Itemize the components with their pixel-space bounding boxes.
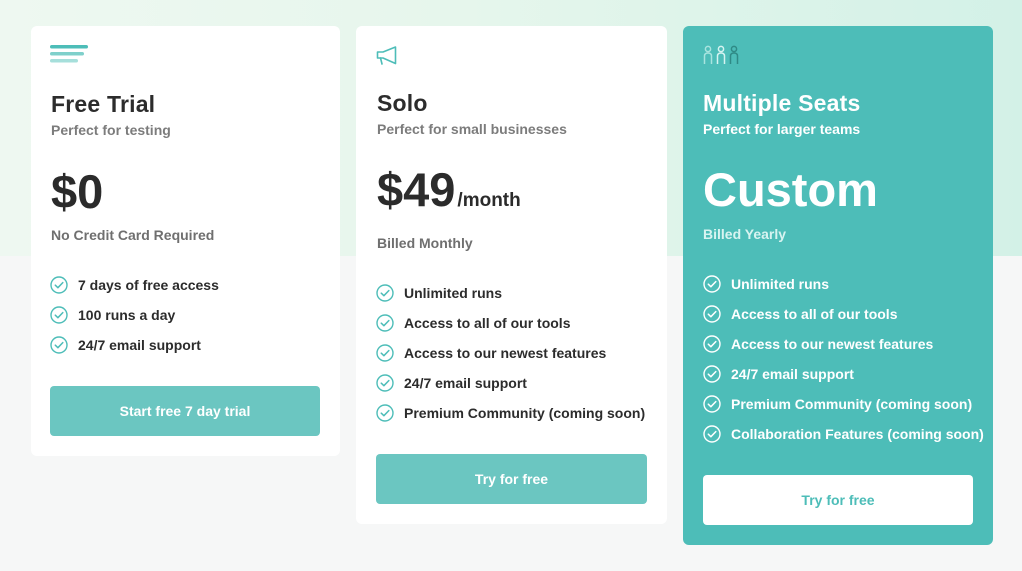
feature-label: Unlimited runs — [404, 285, 503, 301]
check-circle-icon — [703, 425, 721, 443]
feature-label: Access to our newest features — [731, 336, 934, 352]
feature-item: Premium Community (coming soon) — [376, 398, 645, 428]
feature-label: Access to all of our tools — [404, 315, 571, 331]
feature-label: Premium Community (coming soon) — [731, 396, 973, 412]
check-circle-icon — [376, 284, 394, 302]
feature-item: Access to all of our tools — [376, 308, 645, 338]
plan-subtitle: Perfect for testing — [51, 122, 171, 138]
plan-title: Solo — [377, 90, 428, 116]
price-period: /month — [457, 190, 521, 211]
check-circle-icon — [703, 395, 721, 413]
feature-item: Unlimited runs — [376, 278, 645, 308]
feature-item: Premium Community (coming soon) — [703, 389, 984, 419]
plan-price: Custom — [703, 163, 878, 216]
check-circle-icon — [50, 276, 68, 294]
check-circle-icon — [703, 365, 721, 383]
feature-label: 24/7 email support — [731, 366, 854, 382]
feature-item: 24/7 email support — [703, 359, 984, 389]
plan-subtitle: Perfect for small businesses — [377, 121, 567, 137]
feature-list: 7 days of free access 100 runs a day 24/… — [50, 270, 219, 360]
check-circle-icon — [703, 335, 721, 353]
feature-list: Unlimited runs Access to all of our tool… — [703, 269, 984, 449]
billing-note: Billed Monthly — [377, 235, 473, 251]
check-circle-icon — [376, 314, 394, 332]
menu-lines-icon — [50, 45, 88, 63]
megaphone-icon — [376, 46, 397, 65]
solo-try-free-button[interactable]: Try for free — [376, 454, 647, 504]
billing-note: No Credit Card Required — [51, 227, 215, 243]
plan-subtitle: Perfect for larger teams — [703, 121, 861, 137]
multiple-seats-try-free-button[interactable]: Try for free — [703, 475, 973, 525]
feature-item: 24/7 email support — [376, 368, 645, 398]
feature-label: Collaboration Features (coming soon) — [731, 426, 984, 442]
plan-price: $49 — [377, 163, 456, 216]
feature-item: Access to all of our tools — [703, 299, 984, 329]
feature-label: Unlimited runs — [731, 276, 830, 292]
feature-label: Access to all of our tools — [731, 306, 898, 322]
feature-label: 100 runs a day — [78, 307, 176, 323]
pricing-card-solo: Solo Perfect for small businesses $49 /m… — [356, 26, 667, 524]
feature-item: Access to our newest features — [376, 338, 645, 368]
check-circle-icon — [50, 306, 68, 324]
feature-item: 7 days of free access — [50, 270, 219, 300]
feature-item: Access to our newest features — [703, 329, 984, 359]
pricing-card-free-trial: Free Trial Perfect for testing $0 No Cre… — [31, 26, 340, 456]
feature-item: Collaboration Features (coming soon) — [703, 419, 984, 449]
check-circle-icon — [376, 344, 394, 362]
feature-label: 24/7 email support — [404, 375, 527, 391]
feature-label: 7 days of free access — [78, 277, 219, 293]
check-circle-icon — [703, 275, 721, 293]
plan-title: Multiple Seats — [703, 90, 861, 116]
plan-title: Free Trial — [51, 91, 156, 117]
feature-item: 24/7 email support — [50, 330, 219, 360]
feature-item: 100 runs a day — [50, 300, 219, 330]
feature-list: Unlimited runs Access to all of our tool… — [376, 278, 645, 428]
start-free-trial-button[interactable]: Start free 7 day trial — [50, 386, 320, 436]
check-circle-icon — [50, 336, 68, 354]
check-circle-icon — [376, 374, 394, 392]
feature-label: Premium Community (coming soon) — [404, 405, 646, 421]
plan-price: $0 — [51, 165, 104, 218]
check-circle-icon — [376, 404, 394, 422]
billing-note: Billed Yearly — [703, 226, 787, 242]
feature-label: Access to our newest features — [404, 345, 607, 361]
pricing-card-multiple-seats: Multiple Seats Perfect for larger teams … — [683, 26, 993, 545]
feature-item: Unlimited runs — [703, 269, 984, 299]
team-icon — [703, 45, 739, 64]
feature-label: 24/7 email support — [78, 337, 201, 353]
check-circle-icon — [703, 305, 721, 323]
price-row: $49 /month — [377, 166, 521, 213]
